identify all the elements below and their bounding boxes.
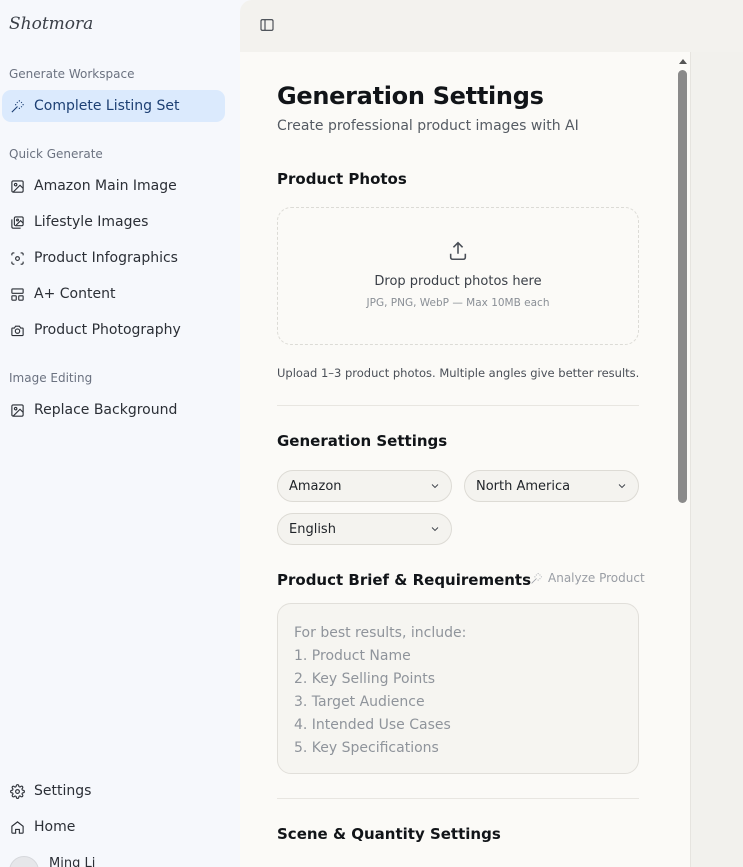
image-icon — [10, 179, 25, 194]
analyze-product-label: Analyze Product — [548, 571, 645, 585]
sidebar-toggle-icon — [260, 19, 274, 31]
sidebar: Shotmora Generate Workspace Complete Lis… — [0, 0, 240, 867]
sidebar-item-label: Replace Background — [34, 402, 178, 418]
sidebar-item-settings[interactable]: Settings — [2, 775, 225, 807]
chevron-down-icon — [429, 480, 441, 492]
layout-icon — [10, 287, 25, 302]
upload-icon — [447, 240, 469, 262]
language-select[interactable]: English — [277, 513, 452, 545]
camera-icon — [10, 323, 25, 338]
section-label-image-editing: Image Editing — [9, 371, 93, 385]
product-brief-heading: Product Brief & Requirements — [277, 571, 532, 589]
sidebar-item-product-infographics[interactable]: Product Infographics — [2, 242, 225, 274]
sidebar-item-label: Product Infographics — [34, 250, 178, 266]
images-icon — [10, 215, 25, 230]
platform-select[interactable]: Amazon — [277, 470, 452, 502]
scroll-up-arrow[interactable] — [677, 56, 688, 65]
analyze-product-button[interactable]: Analyze Product — [530, 571, 645, 585]
magic-wand-icon — [10, 99, 25, 114]
section-label-generate-workspace: Generate Workspace — [9, 67, 135, 81]
region-select[interactable]: North America — [464, 470, 639, 502]
generation-settings-heading: Generation Settings — [277, 432, 448, 450]
sidebar-item-label: A+ Content — [34, 286, 116, 302]
upload-note: Upload 1–3 product photos. Multiple angl… — [277, 366, 640, 380]
divider — [277, 798, 639, 799]
dropzone-hint: JPG, PNG, WebP — Max 10MB each — [366, 297, 550, 309]
sidebar-item-amazon-main-image[interactable]: Amazon Main Image — [2, 170, 225, 202]
language-select-value: English — [289, 521, 336, 537]
sidebar-item-lifestyle-images[interactable]: Lifestyle Images — [2, 206, 225, 238]
sidebar-item-label: Lifestyle Images — [34, 214, 149, 230]
settings-panel: Generation Settings Create professional … — [240, 52, 690, 867]
chevron-down-icon — [616, 480, 628, 492]
section-label-quick-generate: Quick Generate — [9, 147, 103, 161]
scan-icon — [10, 251, 25, 266]
region-select-value: North America — [476, 478, 571, 494]
sidebar-item-complete-listing-set[interactable]: Complete Listing Set — [2, 90, 225, 122]
sidebar-item-a-plus-content[interactable]: A+ Content — [2, 278, 225, 310]
product-photos-heading: Product Photos — [277, 170, 407, 188]
sidebar-item-label: Amazon Main Image — [34, 178, 177, 194]
app-logo[interactable]: Shotmora — [9, 14, 93, 34]
toggle-sidebar-button[interactable] — [258, 16, 276, 34]
scene-quantity-heading: Scene & Quantity Settings — [277, 825, 501, 843]
top-bar — [240, 0, 743, 52]
user-name: Ming Li — [49, 855, 96, 867]
gear-icon — [10, 783, 25, 799]
sidebar-item-label: Settings — [34, 783, 92, 799]
preview-area — [690, 52, 743, 867]
sidebar-item-home[interactable]: Home — [2, 811, 225, 843]
avatar — [9, 856, 39, 867]
sidebar-item-label: Home — [34, 819, 76, 835]
sidebar-item-label: Product Photography — [34, 322, 181, 338]
home-icon — [10, 820, 25, 835]
page-subtitle: Create professional product images with … — [277, 118, 579, 134]
product-brief-textarea[interactable]: For best results, include: 1. Product Na… — [277, 603, 639, 774]
sidebar-item-product-photography[interactable]: Product Photography — [2, 314, 225, 346]
magic-wand-icon — [531, 572, 542, 584]
caret-up-icon — [678, 58, 687, 64]
divider — [277, 405, 639, 406]
sidebar-item-label: Complete Listing Set — [34, 98, 180, 114]
dropzone-title: Drop product photos here — [374, 274, 542, 289]
platform-select-value: Amazon — [289, 478, 342, 494]
image-icon — [10, 403, 25, 418]
chevron-down-icon — [429, 523, 441, 535]
user-profile[interactable]: Ming Li — [9, 856, 95, 867]
sidebar-item-replace-background[interactable]: Replace Background — [2, 394, 225, 426]
photo-dropzone[interactable]: Drop product photos here JPG, PNG, WebP … — [277, 207, 639, 345]
page-title: Generation Settings — [277, 82, 544, 110]
scrollbar-thumb[interactable] — [678, 70, 687, 503]
